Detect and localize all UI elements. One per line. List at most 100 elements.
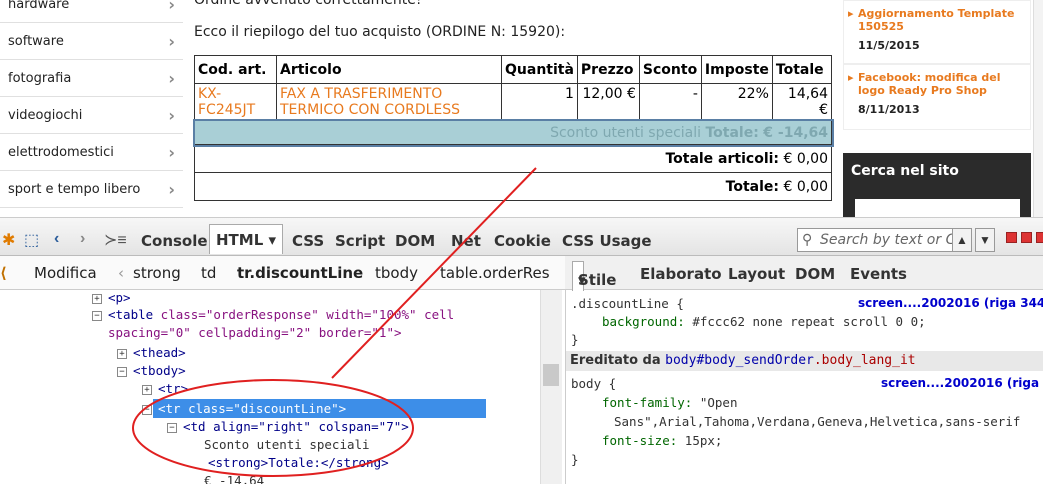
breadcrumb-item[interactable]: strong [133, 264, 181, 282]
nav-item-software[interactable]: software › [0, 23, 183, 60]
tab-layout[interactable]: Layout [728, 265, 785, 283]
tab-script[interactable]: Script [335, 226, 385, 256]
breadcrumb-separator-icon: ‹ [118, 264, 124, 282]
tree-node[interactable]: + <thead> [117, 345, 186, 360]
column-header: Prezzo [576, 55, 640, 84]
nav-item-label: hardware [8, 0, 70, 12]
tab-net[interactable]: Net [451, 226, 481, 256]
total-items-row: Totale articoli: € 0,00 [194, 144, 832, 173]
discount-label: Sconto utenti speciali [550, 124, 702, 141]
collapse-icon[interactable]: − [117, 366, 127, 377]
tab-stile[interactable]: Stile ▾ [572, 261, 616, 291]
back-icon[interactable]: ‹ [54, 230, 59, 248]
tree-node[interactable]: − <tbody> [117, 363, 186, 378]
web-page: hardware › software › fotografia › videogio… [0, 0, 1043, 217]
css-property: font-size: [602, 433, 678, 448]
column-header: Imposte [700, 55, 773, 84]
detach-icon[interactable] [1021, 232, 1032, 243]
css-value: "Open [699, 395, 738, 410]
tree-node-text: <tr> [158, 381, 189, 396]
edit-button[interactable]: Modifica [34, 264, 97, 282]
expand-icon[interactable]: + [117, 348, 127, 359]
css-declaration[interactable]: background: #fccc62 none repeat scroll 0… [602, 314, 926, 329]
news-date: 11/5/2015 [858, 39, 920, 52]
quantity-cell: 1 [501, 83, 578, 121]
css-declaration[interactable]: font-family: "Open [602, 395, 737, 410]
nav-item-fotografia[interactable]: fotografia › [0, 60, 183, 97]
table-row: KX-FC245JT FAX A TRASFERIMENTO TERMICO C… [194, 83, 833, 121]
scrollbar-thumb[interactable] [543, 364, 559, 386]
inspect-icon[interactable]: ⬚ [24, 230, 39, 250]
article-name-link[interactable]: FAX A TRASFERIMENTO TERMICO CON CORDLESS [276, 83, 502, 121]
expand-icon[interactable]: + [142, 384, 152, 395]
nav-item-sport[interactable]: sport e tempo libero › [0, 171, 183, 208]
css-close-brace: } [571, 452, 579, 467]
site-search-input[interactable] [855, 199, 1020, 217]
tree-node[interactable]: + <p> [92, 290, 131, 305]
page-scrollbar[interactable] [1033, 0, 1043, 217]
news-title-link[interactable]: Aggiornamento Template 150525 [848, 7, 1024, 33]
tab-css-usage[interactable]: CSS Usage [562, 226, 652, 256]
breadcrumb: ⟨ Modifica ‹ strong td tr.discountLine t… [0, 256, 565, 290]
css-property: background: [602, 314, 685, 329]
news-date: 8/11/2013 [858, 103, 920, 116]
discount-row: Sconto utenti speciali Totale: € -14,64 [192, 118, 834, 147]
tree-node[interactable]: − <table class="orderResponse" width="100… [92, 307, 454, 322]
news-item[interactable]: Facebook: modifica del logo Ready Pro Sh… [843, 64, 1031, 130]
inherited-header: Ereditato da body#body_sendOrder.body_la… [566, 351, 1043, 371]
forward-icon[interactable]: › [80, 230, 85, 248]
tab-dom[interactable]: DOM [395, 226, 435, 256]
tab-dom-side[interactable]: DOM [795, 265, 835, 283]
tree-node[interactable]: + <tr> [142, 381, 188, 396]
nav-item-videogiochi[interactable]: videogiochi › [0, 97, 183, 134]
breadcrumb-scroll-left-icon[interactable]: ⟨ [0, 264, 7, 282]
firebug-search-input[interactable]: ⚲ Search by text or C [797, 228, 971, 252]
news-title-link[interactable]: Facebook: modifica del logo Ready Pro Sh… [848, 71, 1024, 97]
inherited-class-link[interactable]: .body_lang_it [814, 353, 916, 368]
css-source-link[interactable]: screen....2002016 (riga 4 [881, 376, 1043, 390]
nav-item-elettrodomestici[interactable]: elettrodomestici › [0, 134, 183, 171]
collapse-icon[interactable]: − [92, 310, 102, 321]
tab-css[interactable]: CSS [292, 226, 324, 256]
side-panel-tabs: Stile ▾ Elaborato Layout DOM Events [565, 256, 1043, 291]
minimize-icon[interactable] [1006, 232, 1017, 243]
close-icon[interactable] [1036, 232, 1043, 243]
tab-html[interactable]: HTML ▾ [209, 224, 284, 254]
search-placeholder: Search by text or C [820, 232, 956, 248]
breadcrumb-item[interactable]: tbody [375, 264, 418, 282]
expand-icon[interactable]: + [92, 293, 102, 304]
tab-cookie[interactable]: Cookie [494, 226, 551, 256]
search-prev-button[interactable]: ▲ [952, 228, 972, 252]
css-declaration[interactable]: font-size: 15px; [602, 433, 722, 448]
total-row: Totale: € 0,00 [194, 172, 832, 201]
nav-item-hardware[interactable]: hardware › [0, 0, 183, 23]
breadcrumb-item-selected[interactable]: tr.discountLine [237, 264, 363, 282]
total-cell: Totale: € 0,00 [194, 172, 832, 201]
discount-cell: Sconto utenti speciali Totale: € -14,64 [192, 118, 834, 147]
tab-elaborato[interactable]: Elaborato [640, 265, 722, 283]
css-source-link[interactable]: screen....2002016 (riga 3442) [858, 296, 1043, 310]
chevron-right-icon: › [168, 105, 175, 125]
column-header: Cod. art. [194, 55, 277, 84]
news-item[interactable]: Aggiornamento Template 150525 11/5/2015 [843, 0, 1031, 64]
article-code-link[interactable]: KX-FC245JT [194, 83, 277, 121]
css-value-cont: Sans",Arial,Tahoma,Verdana,Geneva,Helvet… [614, 414, 1021, 429]
site-search-title: Cerca nel sito [851, 163, 959, 179]
search-next-button[interactable]: ▼ [975, 228, 995, 252]
tab-console[interactable]: Console [141, 226, 208, 256]
firebug-icon[interactable]: ✱ [2, 230, 15, 250]
command-line-icon[interactable]: ≻≡ [104, 230, 127, 250]
chevron-right-icon: › [168, 0, 175, 14]
chevron-right-icon: › [168, 31, 175, 51]
tree-scrollbar[interactable] [540, 290, 562, 484]
chevron-right-icon: › [168, 68, 175, 88]
css-selector: body { [571, 376, 617, 391]
tab-events[interactable]: Events [850, 265, 907, 283]
css-value: #fccc62 none repeat scroll 0 0; [692, 314, 926, 329]
breadcrumb-item[interactable]: table.orderRes [440, 264, 550, 282]
inherited-element-link[interactable]: body#body_sendOrder [665, 353, 814, 368]
nav-item-label: software [8, 33, 64, 49]
breadcrumb-item[interactable]: td [201, 264, 216, 282]
order-summary-heading: Ecco il riepilogo del tuo acquisto (ORDI… [194, 24, 566, 40]
css-selector: .discountLine { [571, 296, 684, 311]
